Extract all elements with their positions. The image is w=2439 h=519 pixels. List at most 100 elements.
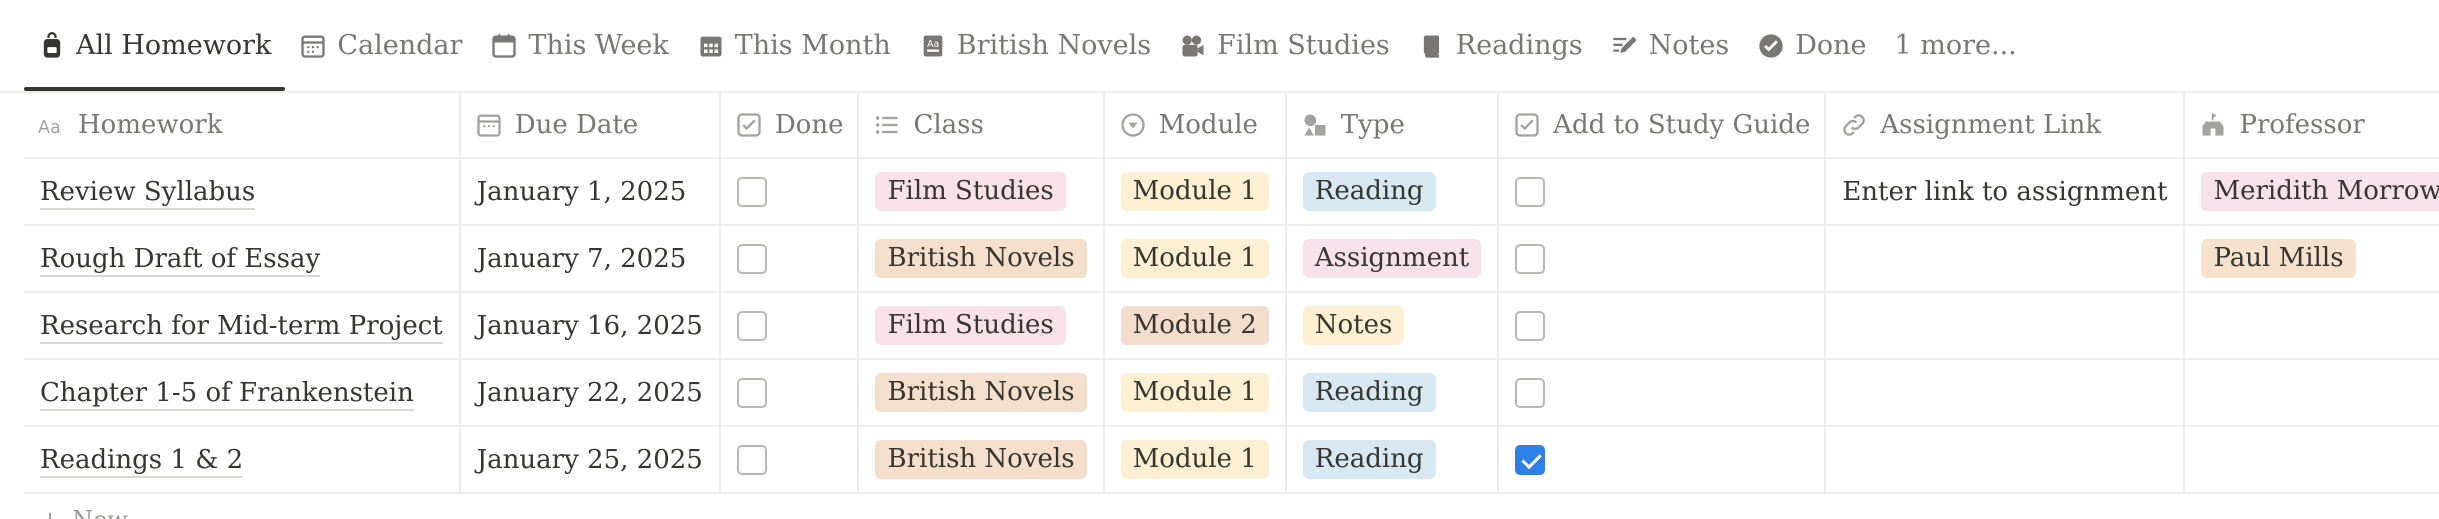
done-cell[interactable] bbox=[719, 426, 860, 494]
column-header-add-to-study-guide[interactable]: Add to Study Guide bbox=[1498, 93, 1827, 159]
type-cell[interactable]: Assignment bbox=[1285, 225, 1500, 293]
class-tag[interactable]: British Novels bbox=[875, 440, 1087, 479]
class-tag[interactable]: British Novels bbox=[875, 239, 1087, 278]
module-cell[interactable]: Module 2 bbox=[1103, 292, 1287, 360]
module-cell[interactable]: Module 1 bbox=[1103, 426, 1287, 494]
table-row[interactable]: Rough Draft of Essay January 7, 2025 Briti… bbox=[24, 225, 2439, 293]
done-checkbox[interactable] bbox=[736, 177, 767, 207]
done-checkbox[interactable] bbox=[736, 378, 767, 408]
due-date-cell[interactable]: January 1, 2025 bbox=[459, 158, 721, 226]
assignment-link-cell[interactable] bbox=[1825, 426, 2186, 494]
column-header-done[interactable]: Done bbox=[719, 93, 860, 159]
professor-cell[interactable] bbox=[2184, 426, 2439, 494]
column-header-assignment-link[interactable]: Assignment Link bbox=[1825, 93, 2186, 159]
assignment-link-cell[interactable] bbox=[1825, 225, 2186, 293]
module-tag[interactable]: Module 1 bbox=[1120, 172, 1269, 211]
homework-cell[interactable]: Rough Draft of Essay bbox=[24, 225, 461, 293]
professor-tag[interactable]: Meridith Morrow bbox=[2201, 172, 2439, 211]
assignment-link-cell[interactable]: Enter link to assignment bbox=[1825, 158, 2186, 226]
done-checkbox[interactable] bbox=[736, 311, 767, 341]
column-header-module[interactable]: Module bbox=[1103, 93, 1287, 159]
class-cell[interactable]: Film Studies bbox=[858, 158, 1105, 226]
study-guide-checkbox[interactable] bbox=[1515, 311, 1546, 341]
module-cell[interactable]: Module 1 bbox=[1103, 359, 1287, 427]
type-cell[interactable]: Reading bbox=[1285, 359, 1500, 427]
study-guide-cell[interactable] bbox=[1498, 225, 1827, 293]
study-guide-cell[interactable] bbox=[1498, 158, 1827, 226]
class-tag[interactable]: Film Studies bbox=[875, 172, 1066, 211]
type-tag[interactable]: Reading bbox=[1302, 172, 1436, 211]
module-tag[interactable]: Module 1 bbox=[1120, 239, 1269, 278]
homework-cell[interactable]: Chapter 1-5 of Frankenstein bbox=[24, 359, 461, 427]
homework-title[interactable]: Rough Draft of Essay bbox=[40, 243, 321, 277]
module-tag[interactable]: Module 1 bbox=[1120, 440, 1269, 479]
due-date-cell[interactable]: January 7, 2025 bbox=[459, 225, 721, 293]
table-row[interactable]: Readings 1 & 2 January 25, 2025 British No… bbox=[24, 426, 2439, 494]
type-tag[interactable]: Reading bbox=[1302, 440, 1436, 479]
type-cell[interactable]: Reading bbox=[1285, 158, 1500, 226]
class-tag[interactable]: British Novels bbox=[875, 373, 1087, 412]
class-cell[interactable]: British Novels bbox=[858, 426, 1105, 494]
professor-cell[interactable]: Meridith Morrow bbox=[2184, 158, 2439, 226]
professor-cell[interactable]: Paul Mills bbox=[2184, 225, 2439, 293]
class-cell[interactable]: British Novels bbox=[858, 225, 1105, 293]
homework-title[interactable]: Research for Mid-term Project bbox=[40, 310, 443, 344]
assignment-link-cell[interactable] bbox=[1825, 292, 2186, 360]
type-tag[interactable]: Reading bbox=[1302, 373, 1436, 412]
tab-this-week[interactable]: This Week bbox=[476, 0, 682, 91]
type-cell[interactable]: Notes bbox=[1285, 292, 1500, 360]
done-cell[interactable] bbox=[719, 158, 860, 226]
column-header-professor[interactable]: Professor bbox=[2184, 93, 2439, 159]
type-cell[interactable]: Reading bbox=[1285, 426, 1500, 494]
module-tag[interactable]: Module 2 bbox=[1120, 306, 1269, 345]
tab-readings[interactable]: Readings bbox=[1404, 0, 1597, 91]
done-cell[interactable] bbox=[719, 292, 860, 360]
study-guide-checkbox[interactable] bbox=[1515, 177, 1546, 207]
type-tag[interactable]: Assignment bbox=[1302, 239, 1482, 278]
study-guide-checkbox[interactable] bbox=[1515, 378, 1546, 408]
study-guide-cell[interactable] bbox=[1498, 292, 1827, 360]
homework-title[interactable]: Review Syllabus bbox=[40, 176, 256, 210]
column-header-due-date[interactable]: Due Date bbox=[459, 93, 721, 159]
tab-film-studies[interactable]: Film Studies bbox=[1165, 0, 1404, 91]
module-tag[interactable]: Module 1 bbox=[1120, 373, 1269, 412]
tab-this-month[interactable]: This Month bbox=[683, 0, 905, 91]
done-cell[interactable] bbox=[719, 225, 860, 293]
done-checkbox[interactable] bbox=[736, 445, 767, 475]
tab-british-novels[interactable]: Aa British Novels bbox=[905, 0, 1165, 91]
tab-all-homework[interactable]: All Homework bbox=[24, 0, 286, 91]
study-guide-checkbox[interactable] bbox=[1515, 445, 1546, 475]
type-tag[interactable]: Notes bbox=[1302, 306, 1405, 345]
new-row-button[interactable]: + New bbox=[40, 506, 128, 519]
column-header-class[interactable]: Class bbox=[858, 93, 1105, 159]
homework-cell[interactable]: Readings 1 & 2 bbox=[24, 426, 461, 494]
done-cell[interactable] bbox=[719, 359, 860, 427]
study-guide-checkbox[interactable] bbox=[1515, 244, 1546, 274]
study-guide-cell[interactable] bbox=[1498, 359, 1827, 427]
tab-done[interactable]: Done bbox=[1743, 0, 1880, 91]
tab-notes[interactable]: Notes bbox=[1597, 0, 1744, 91]
professor-cell[interactable] bbox=[2184, 292, 2439, 360]
module-cell[interactable]: Module 1 bbox=[1103, 225, 1287, 293]
due-date-cell[interactable]: January 16, 2025 bbox=[459, 292, 721, 360]
table-row[interactable]: Review Syllabus January 1, 2025 Film Studi… bbox=[24, 158, 2439, 226]
column-header-homework[interactable]: Aa Homework bbox=[24, 93, 461, 159]
professor-cell[interactable] bbox=[2184, 359, 2439, 427]
column-header-type[interactable]: Type bbox=[1285, 93, 1500, 159]
table-row[interactable]: Research for Mid-term Project January 16,… bbox=[24, 292, 2439, 360]
done-checkbox[interactable] bbox=[736, 244, 767, 274]
tab-calendar[interactable]: Calendar bbox=[285, 0, 476, 91]
class-cell[interactable]: Film Studies bbox=[858, 292, 1105, 360]
due-date-cell[interactable]: January 22, 2025 bbox=[459, 359, 721, 427]
tab-more[interactable]: 1 more... bbox=[1881, 0, 2031, 91]
module-cell[interactable]: Module 1 bbox=[1103, 158, 1287, 226]
class-tag[interactable]: Film Studies bbox=[875, 306, 1066, 345]
study-guide-cell[interactable] bbox=[1498, 426, 1827, 494]
due-date-cell[interactable]: January 25, 2025 bbox=[459, 426, 721, 494]
homework-title[interactable]: Chapter 1-5 of Frankenstein bbox=[40, 377, 414, 411]
homework-cell[interactable]: Review Syllabus bbox=[24, 158, 461, 226]
homework-cell[interactable]: Research for Mid-term Project bbox=[24, 292, 461, 360]
professor-tag[interactable]: Paul Mills bbox=[2201, 239, 2356, 278]
assignment-link-cell[interactable] bbox=[1825, 359, 2186, 427]
table-row[interactable]: Chapter 1-5 of Frankenstein January 22, 2… bbox=[24, 359, 2439, 427]
